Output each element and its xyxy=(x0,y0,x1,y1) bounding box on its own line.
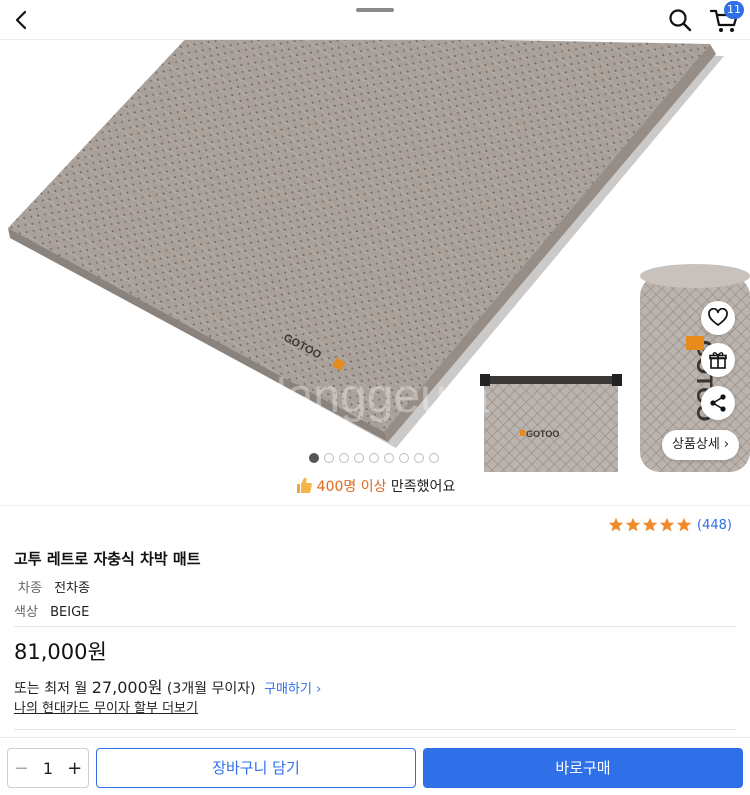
option-row-color: 색상 BEIGE xyxy=(14,601,89,620)
option-value: 전차종 xyxy=(54,581,91,596)
pagination-dot[interactable] xyxy=(339,453,349,463)
share-button[interactable] xyxy=(701,386,735,420)
top-bar: 11 xyxy=(0,0,750,40)
star-icon xyxy=(608,517,624,532)
quantity-value[interactable]: 1 xyxy=(35,759,62,778)
pagination-dot[interactable] xyxy=(414,453,424,463)
star-icon xyxy=(659,517,675,532)
product-detail-label: 상품상세 xyxy=(672,437,720,452)
pagination-dot[interactable] xyxy=(399,453,409,463)
installment-prefix: 또는 최저 월 xyxy=(14,681,92,697)
product-image: GOTOO GOTOO GOTOO danggeura xyxy=(8,40,750,472)
option-label: 차종 xyxy=(18,581,42,596)
satisfaction-count: 400명 이상 xyxy=(316,479,387,495)
pagination-dot[interactable] xyxy=(429,453,439,463)
quantity-plus-button[interactable]: + xyxy=(61,758,88,779)
purchase-bar: − 1 + 장바구니 담기 바로구매 xyxy=(0,737,750,795)
option-label: 색상 xyxy=(14,605,38,620)
installment-amount: 27,000원 xyxy=(91,678,163,697)
star-icon xyxy=(642,517,658,532)
gallery-pagination xyxy=(309,453,439,463)
quantity-stepper[interactable]: − 1 + xyxy=(7,748,89,788)
svg-text:danggeura: danggeura xyxy=(260,370,490,423)
product-price: 81,000원 xyxy=(14,640,107,664)
installment-buy-label: 구매하기 xyxy=(264,682,312,697)
product-detail-page: 11 GOTOO GOTOO GOTOO danggeura 상품상세 › 40… xyxy=(0,0,750,795)
product-image-gallery[interactable]: GOTOO GOTOO GOTOO danggeura 상품상세 › xyxy=(0,40,750,472)
wishlist-button[interactable] xyxy=(701,301,735,335)
share-icon xyxy=(710,394,726,412)
chevron-right-icon: › xyxy=(723,437,730,452)
pagination-dot[interactable] xyxy=(354,453,364,463)
review-count-link[interactable]: (448) xyxy=(697,518,732,533)
product-detail-button[interactable]: 상품상세 › xyxy=(662,430,740,460)
star-icon xyxy=(676,517,692,532)
satisfaction-banner: 400명 이상 만족했어요 xyxy=(0,476,750,496)
drag-handle[interactable] xyxy=(356,8,394,12)
pagination-dot[interactable] xyxy=(324,453,334,463)
pagination-dot[interactable] xyxy=(384,453,394,463)
card-installment-link[interactable]: 나의 현대카드 무이자 할부 더보기 xyxy=(14,697,198,716)
gift-icon xyxy=(709,352,727,369)
satisfaction-text: 만족했어요 xyxy=(386,479,456,495)
add-to-cart-button[interactable]: 장바구니 담기 xyxy=(96,748,416,788)
section-divider xyxy=(0,505,750,506)
divider xyxy=(14,626,736,627)
chevron-right-icon: › xyxy=(316,682,322,697)
pagination-dot[interactable] xyxy=(369,453,379,463)
svg-text:GOTOO: GOTOO xyxy=(526,429,559,439)
cart-count-badge: 11 xyxy=(724,1,744,19)
quantity-minus-button[interactable]: − xyxy=(8,758,35,779)
gift-button[interactable] xyxy=(701,343,735,377)
divider xyxy=(14,729,736,730)
product-rating[interactable]: (448) xyxy=(608,517,732,533)
installment-buy-link[interactable]: 구매하기 › xyxy=(264,682,321,697)
pagination-dot[interactable] xyxy=(309,453,319,463)
search-icon xyxy=(669,9,692,32)
search-button[interactable] xyxy=(666,6,694,34)
installment-suffix: (3개월 무이자) xyxy=(162,681,256,697)
installment-info: 또는 최저 월 27,000원 (3개월 무이자) 구매하기 › xyxy=(14,674,321,698)
back-button[interactable] xyxy=(8,6,36,34)
option-value: BEIGE xyxy=(50,605,90,620)
product-title: 고투 레트로 자충식 차박 매트 xyxy=(14,550,201,568)
option-row-car-type: 차종 전차종 xyxy=(18,577,90,596)
chevron-left-icon xyxy=(15,10,27,30)
thumbs-up-icon xyxy=(296,477,312,493)
heart-icon xyxy=(708,308,728,326)
star-icon xyxy=(625,517,641,532)
buy-now-button[interactable]: 바로구매 xyxy=(423,748,743,788)
